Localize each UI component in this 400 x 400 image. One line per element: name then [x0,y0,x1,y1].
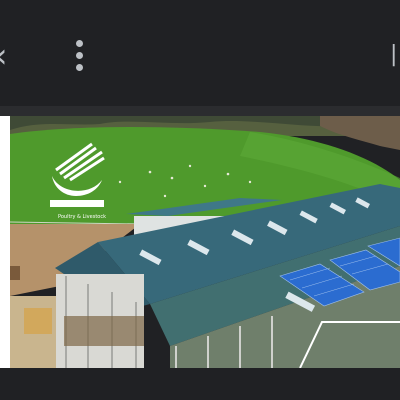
more-vertical-icon[interactable] [70,38,90,74]
bottom-bar [0,368,400,400]
company-logo-mark [50,142,105,207]
toolbar-divider [0,106,400,116]
company-logo-caption: Poultry & Livestock [58,214,106,220]
farm-photo[interactable]: Poultry & Livestock [0,116,400,368]
back-chevron-icon[interactable]: ‹ [0,36,14,76]
share-icon[interactable]: | [390,42,400,68]
image-viewer-toolbar: ‹ | [0,0,400,106]
image-left-edge [0,116,10,368]
